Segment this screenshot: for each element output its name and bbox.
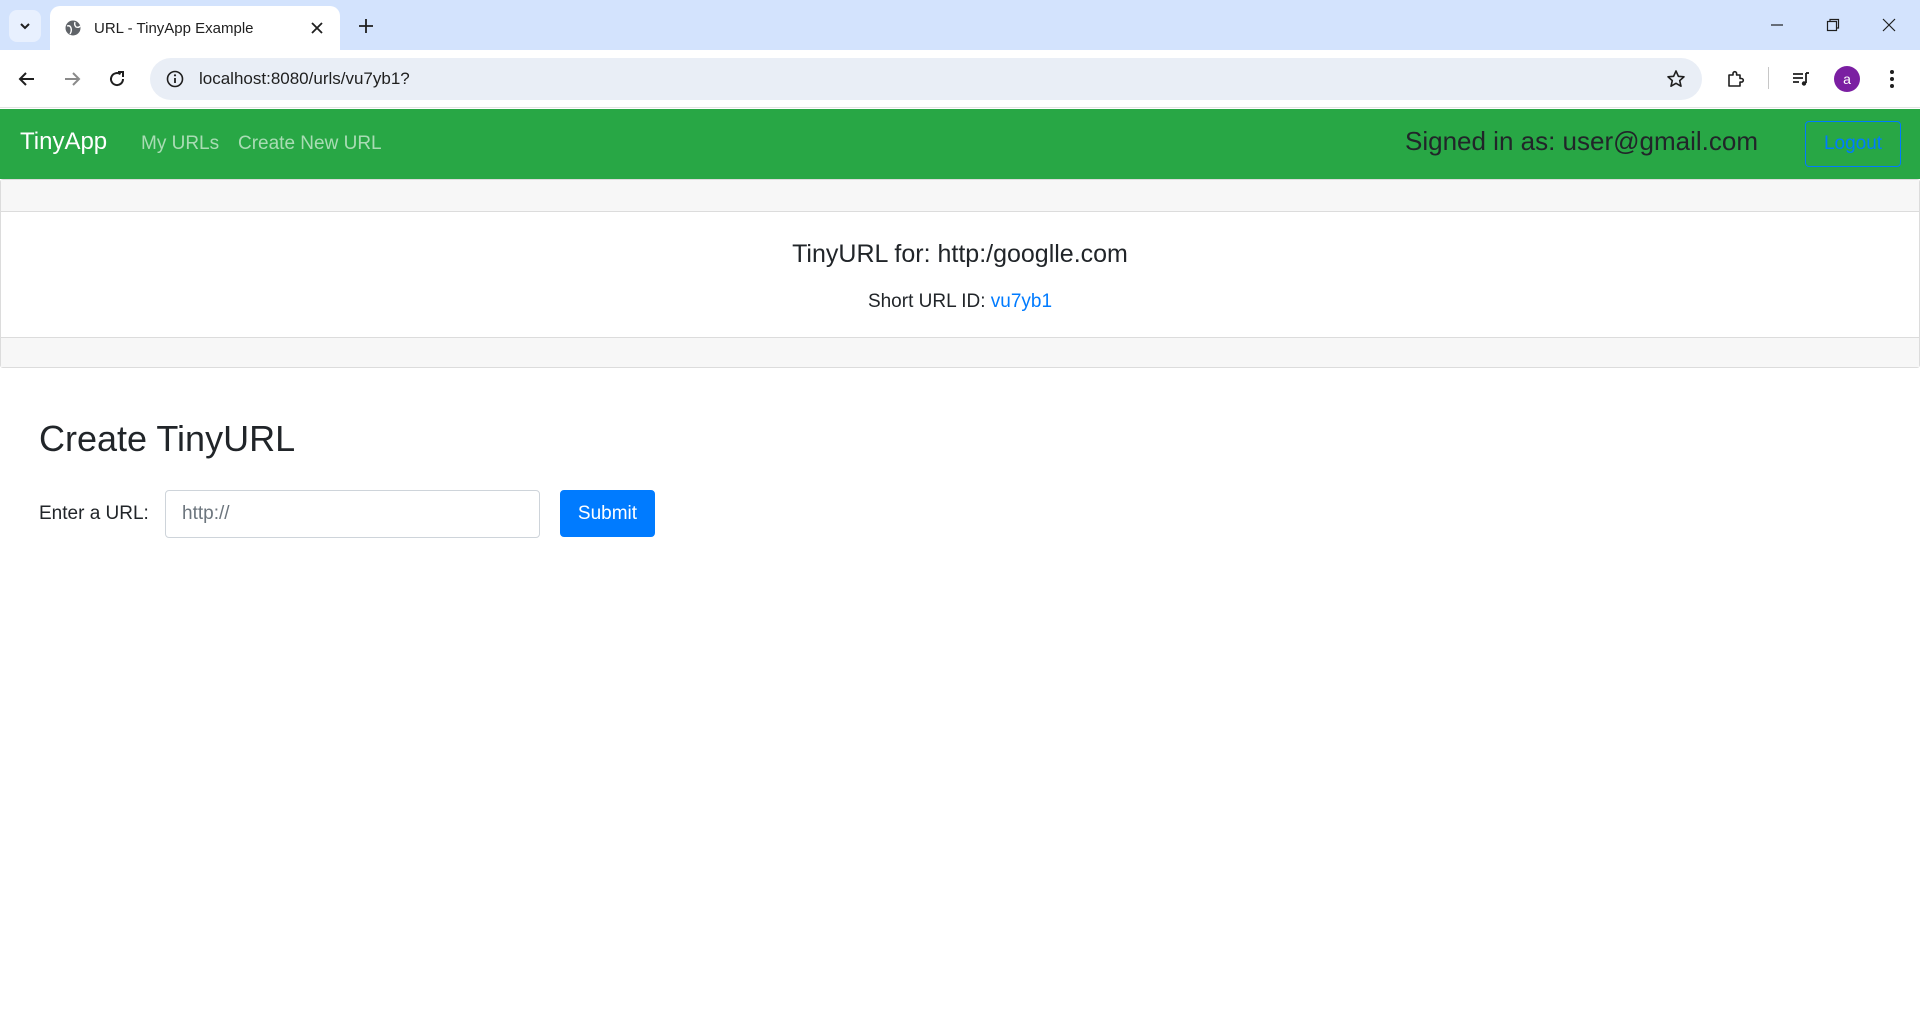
app-navbar: TinyApp My URLs Create New URL Signed in… bbox=[0, 109, 1920, 179]
short-url-label: Short URL ID: bbox=[867, 291, 991, 312]
extensions-button[interactable] bbox=[1718, 61, 1754, 97]
playlist-music-icon bbox=[1793, 72, 1809, 86]
address-url[interactable]: localhost:8080/urls/vu7yb1? bbox=[199, 69, 1658, 89]
minimize-icon bbox=[1771, 24, 1783, 26]
restore-window-button[interactable] bbox=[1810, 8, 1856, 42]
new-tab-button[interactable] bbox=[352, 12, 380, 40]
nav-create-new-url[interactable]: Create New URL bbox=[238, 133, 382, 155]
toolbar-divider bbox=[1768, 67, 1769, 89]
more-vert-icon bbox=[1890, 70, 1894, 88]
card-title: TinyURL for: http:/googlle.com bbox=[792, 240, 1128, 268]
card-body: TinyURL for: http:/googlle.com Short URL… bbox=[1, 212, 1919, 337]
media-control-button[interactable] bbox=[1783, 61, 1819, 97]
signed-in-text: Signed in as: user@gmail.com bbox=[1405, 126, 1758, 156]
card-header bbox=[1, 180, 1919, 212]
close-tab-icon[interactable] bbox=[306, 17, 328, 39]
submit-button[interactable]: Submit bbox=[560, 490, 655, 537]
bookmark-star-icon[interactable] bbox=[1658, 61, 1694, 97]
arrow-left-icon bbox=[18, 72, 34, 86]
profile-button[interactable]: a bbox=[1829, 61, 1865, 97]
short-url-text: Short URL ID: vu7yb1 bbox=[1, 291, 1919, 313]
reload-button[interactable] bbox=[99, 61, 135, 97]
browser-tab[interactable]: URL - TinyApp Example bbox=[50, 6, 340, 50]
url-field-label: Enter a URL: bbox=[39, 503, 149, 524]
close-icon bbox=[1882, 18, 1896, 32]
url-input[interactable] bbox=[165, 490, 540, 538]
logout-button[interactable]: Logout bbox=[1805, 121, 1901, 167]
forward-button[interactable] bbox=[54, 61, 90, 97]
create-heading: Create TinyURL bbox=[39, 418, 296, 459]
address-bar[interactable]: localhost:8080/urls/vu7yb1? bbox=[150, 58, 1702, 100]
info-icon[interactable] bbox=[157, 61, 193, 97]
url-card: TinyURL for: http:/googlle.com Short URL… bbox=[0, 179, 1920, 368]
short-url-link[interactable]: vu7yb1 bbox=[991, 291, 1052, 312]
puzzle-icon bbox=[1728, 70, 1745, 87]
browser-toolbar: localhost:8080/urls/vu7yb1? a bbox=[0, 50, 1920, 108]
browser-menu-button[interactable] bbox=[1874, 61, 1910, 97]
back-button[interactable] bbox=[9, 61, 45, 97]
tab-search-button[interactable] bbox=[9, 10, 41, 42]
browser-tabstrip: URL - TinyApp Example bbox=[0, 0, 1920, 50]
nav-my-urls[interactable]: My URLs bbox=[141, 133, 219, 155]
reload-icon bbox=[110, 71, 125, 87]
arrow-right-icon bbox=[65, 72, 81, 86]
avatar: a bbox=[1834, 66, 1860, 92]
plus-icon bbox=[359, 19, 373, 33]
card-footer bbox=[1, 337, 1919, 367]
restore-icon bbox=[1826, 18, 1840, 32]
close-window-button[interactable] bbox=[1866, 8, 1912, 42]
tab-title: URL - TinyApp Example bbox=[94, 19, 254, 37]
minimize-window-button[interactable] bbox=[1754, 8, 1800, 42]
globe-icon bbox=[64, 19, 82, 37]
brand-link[interactable]: TinyApp bbox=[20, 128, 107, 156]
chevron-down-icon bbox=[20, 23, 30, 30]
